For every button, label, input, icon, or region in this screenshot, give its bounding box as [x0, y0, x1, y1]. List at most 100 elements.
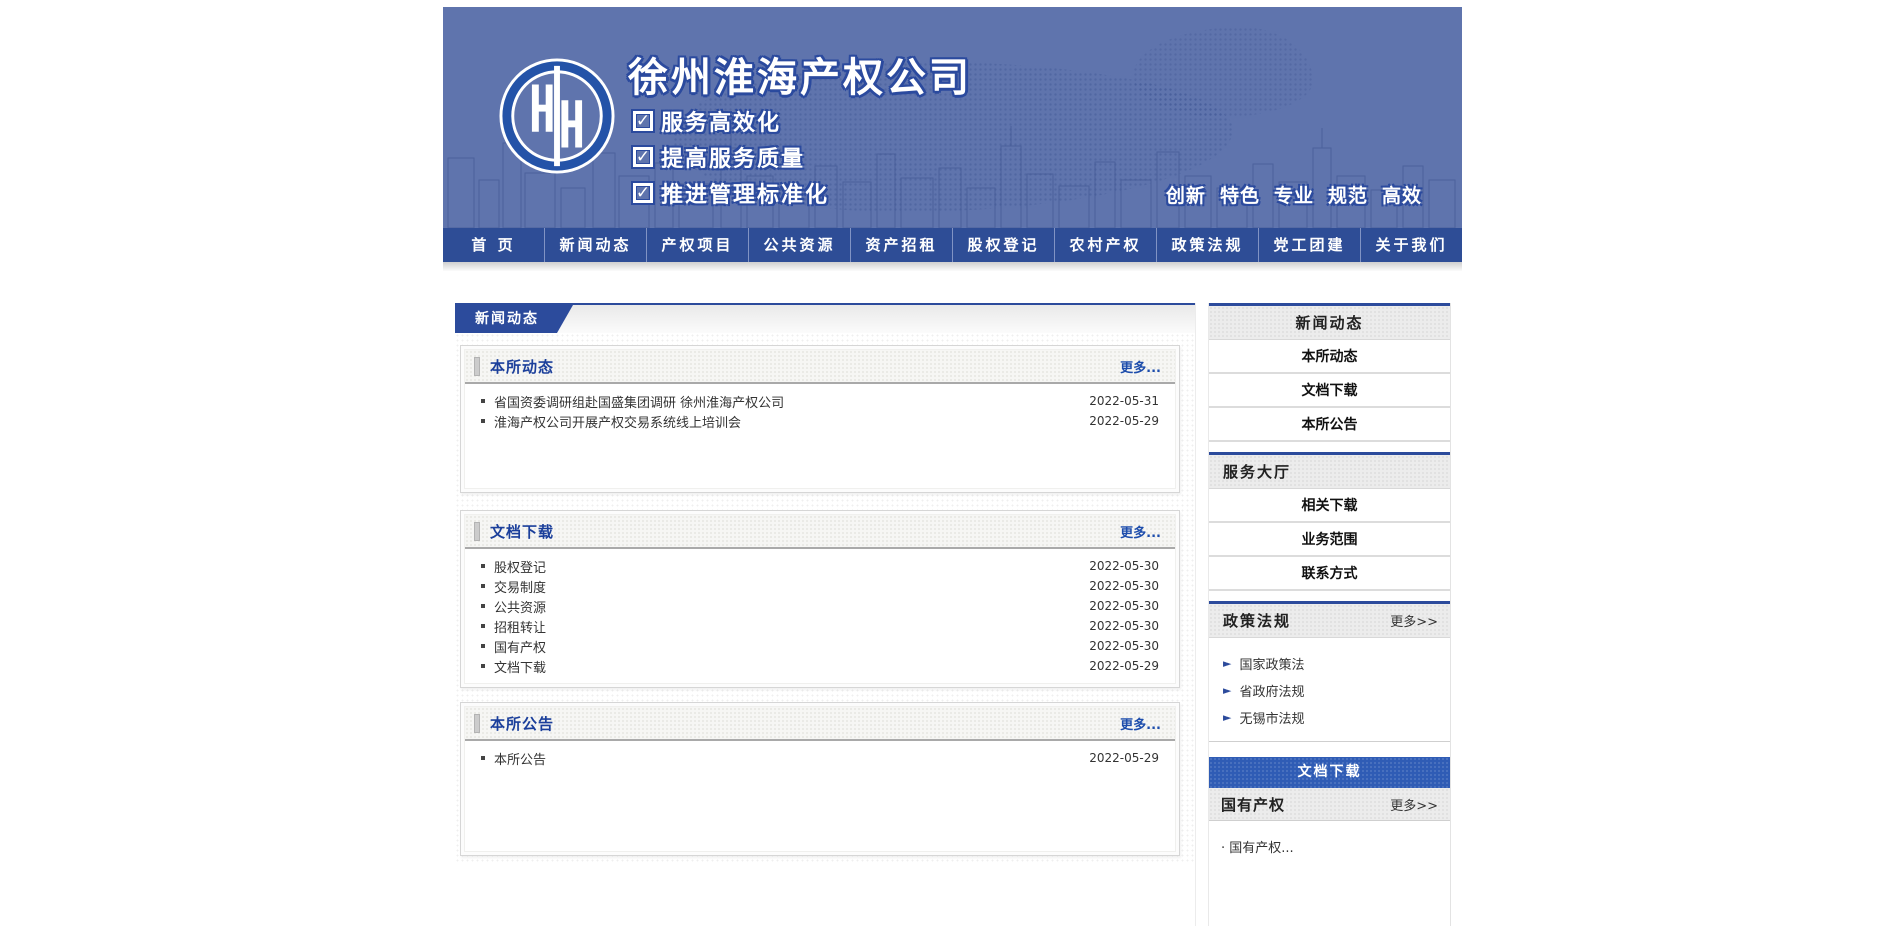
sidebar-item-business-scope[interactable]: 业务范围 [1209, 523, 1450, 557]
policy-item-national[interactable]: ► 国家政策法 [1223, 650, 1450, 677]
list-item[interactable]: 淮海产权公司开展产权交易系统线上培训会 2022-05-29 [479, 411, 1159, 431]
arrow-right-icon: ► [1223, 657, 1231, 670]
value-word: 高效 [1382, 181, 1422, 208]
nav-item-property-projects[interactable]: 产权项目 [646, 228, 748, 262]
list-item[interactable]: 股权登记 2022-05-30 [479, 556, 1159, 576]
sidebar-item-dynamics[interactable]: 本所动态 [1209, 340, 1450, 374]
bullet-icon [481, 644, 485, 648]
news-title[interactable]: 文档下载 [494, 657, 546, 676]
news-list: 股权登记 2022-05-30 交易制度 2022-05-30 公共资源 202… [465, 549, 1175, 680]
checkbox-icon: ✓ [633, 147, 653, 167]
news-title[interactable]: 省国资委调研组赴国盛集团调研 徐州淮海产权公司 [494, 392, 784, 411]
state-assets-title: 国有产权 [1221, 794, 1285, 815]
section-header: 本所公告 更多... [465, 707, 1175, 741]
news-tab-bar: 新闻动态 [455, 303, 1195, 333]
tab-news[interactable]: 新闻动态 [455, 305, 573, 333]
sidebar-menu-service-hall: 服务大厅 相关下载 业务范围 联系方式 [1209, 452, 1450, 591]
list-item[interactable]: 文档下载 2022-05-29 [479, 656, 1159, 676]
bullet-icon [481, 584, 485, 588]
value-word: 规范 [1328, 181, 1368, 208]
main-nav: 首 页 新闻动态 产权项目 公共资源 资产招租 股权登记 农村产权 政策法规 党… [443, 228, 1462, 262]
news-date: 2022-05-29 [1089, 414, 1159, 428]
worldmap-texture-2 [1133, 27, 1313, 117]
section-header: 文档下载 更多... [465, 515, 1175, 549]
state-assets-item[interactable]: · 国有产权... [1221, 837, 1450, 856]
state-assets-more-link[interactable]: 更多>> [1390, 795, 1438, 814]
sidebar-item-related-downloads[interactable]: 相关下载 [1209, 489, 1450, 523]
sidebar-item-documents[interactable]: 文档下载 [1209, 374, 1450, 408]
news-title[interactable]: 淮海产权公司开展产权交易系统线上培训会 [494, 412, 741, 431]
more-link[interactable]: 更多... [1120, 522, 1161, 541]
policy-more-link[interactable]: 更多>> [1390, 611, 1438, 630]
sidebar-policy-section: 政策法规 更多>> ► 国家政策法 ► 省政府法规 ► 无锡市法规 [1209, 601, 1450, 742]
slogan-list: ✓ 服务高效化 ✓ 提高服务质量 ✓ 推进管理标准化 [633, 103, 829, 211]
list-item[interactable]: 国有产权 2022-05-30 [479, 636, 1159, 656]
policy-item-municipal[interactable]: ► 无锡市法规 [1223, 704, 1450, 731]
news-list: 省国资委调研组赴国盛集团调研 徐州淮海产权公司 2022-05-31 淮海产权公… [465, 384, 1175, 435]
nav-item-party-union[interactable]: 党工团建 [1258, 228, 1360, 262]
news-date: 2022-05-29 [1089, 751, 1159, 765]
list-item[interactable]: 本所公告 2022-05-29 [479, 748, 1159, 768]
more-link[interactable]: 更多... [1120, 714, 1161, 733]
bullet-icon [481, 664, 485, 668]
arrow-right-icon: ► [1223, 684, 1231, 697]
section-header: 本所动态 更多... [465, 350, 1175, 384]
news-date: 2022-05-29 [1089, 659, 1159, 673]
news-title[interactable]: 交易制度 [494, 577, 546, 596]
list-item[interactable]: 交易制度 2022-05-30 [479, 576, 1159, 596]
values-line: 创新 特色 专业 规范 高效 [1166, 181, 1422, 208]
docs-download-banner[interactable]: 文档下载 [1209, 757, 1450, 788]
sidebar-menu-title: 服务大厅 [1209, 455, 1450, 489]
bullet-icon [481, 604, 485, 608]
section-box-announcements: 本所公告 更多... 本所公告 2022-05-29 [460, 702, 1180, 856]
nav-item-about-us[interactable]: 关于我们 [1360, 228, 1462, 262]
news-title[interactable]: 招租转让 [494, 617, 546, 636]
news-title[interactable]: 公共资源 [494, 597, 546, 616]
slogan-line: ✓ 服务高效化 [633, 103, 829, 139]
sidebar-menu-news: 新闻动态 本所动态 文档下载 本所公告 [1209, 303, 1450, 442]
news-date: 2022-05-30 [1089, 619, 1159, 633]
header-bar-icon [474, 357, 480, 376]
policy-item-label[interactable]: 省政府法规 [1239, 681, 1304, 700]
nav-item-public-resources[interactable]: 公共资源 [748, 228, 850, 262]
policy-item-label[interactable]: 无锡市法规 [1239, 708, 1304, 727]
bullet-icon [481, 399, 485, 403]
news-date: 2022-05-30 [1089, 639, 1159, 653]
left-column-filler [455, 863, 1195, 926]
slogan-text: 提高服务质量 [661, 141, 805, 173]
news-date: 2022-05-31 [1089, 394, 1159, 408]
nav-item-rural-property[interactable]: 农村产权 [1054, 228, 1156, 262]
sidebar-item-announcements[interactable]: 本所公告 [1209, 408, 1450, 442]
page: 徐州淮海产权公司 ✓ 服务高效化 ✓ 提高服务质量 ✓ 推进管理标准化 创新 特… [0, 0, 1904, 926]
nav-item-equity-registration[interactable]: 股权登记 [952, 228, 1054, 262]
nav-item-policies[interactable]: 政策法规 [1156, 228, 1258, 262]
policy-title: 政策法规 [1223, 610, 1291, 631]
section-title: 本所公告 [490, 713, 554, 734]
state-assets-list: · 国有产权... [1209, 821, 1450, 856]
list-item[interactable]: 省国资委调研组赴国盛集团调研 徐州淮海产权公司 2022-05-31 [479, 391, 1159, 411]
policy-item-label[interactable]: 国家政策法 [1239, 654, 1304, 673]
section-title: 本所动态 [490, 356, 554, 377]
policy-item-provincial[interactable]: ► 省政府法规 [1223, 677, 1450, 704]
slogan-text: 推进管理标准化 [661, 177, 829, 209]
bullet-icon [481, 624, 485, 628]
more-link[interactable]: 更多... [1120, 357, 1161, 376]
sidebar: 新闻动态 本所动态 文档下载 本所公告 服务大厅 相关下载 业务范围 联系方式 … [1208, 303, 1451, 926]
list-item[interactable]: 招租转让 2022-05-30 [479, 616, 1159, 636]
nav-item-news[interactable]: 新闻动态 [544, 228, 646, 262]
bullet-icon [481, 419, 485, 423]
sidebar-item-contact[interactable]: 联系方式 [1209, 557, 1450, 591]
nav-item-asset-leasing[interactable]: 资产招租 [850, 228, 952, 262]
news-title[interactable]: 股权登记 [494, 557, 546, 576]
arrow-right-icon: ► [1223, 711, 1231, 724]
news-title[interactable]: 本所公告 [494, 749, 546, 768]
nav-item-home[interactable]: 首 页 [443, 228, 544, 262]
value-word: 专业 [1274, 181, 1314, 208]
policy-header: 政策法规 更多>> [1209, 604, 1450, 638]
news-title[interactable]: 国有产权 [494, 637, 546, 656]
checkbox-icon: ✓ [633, 111, 653, 131]
news-date: 2022-05-30 [1089, 559, 1159, 573]
news-date: 2022-05-30 [1089, 599, 1159, 613]
state-assets-item-label[interactable]: 国有产权... [1229, 841, 1293, 856]
list-item[interactable]: 公共资源 2022-05-30 [479, 596, 1159, 616]
